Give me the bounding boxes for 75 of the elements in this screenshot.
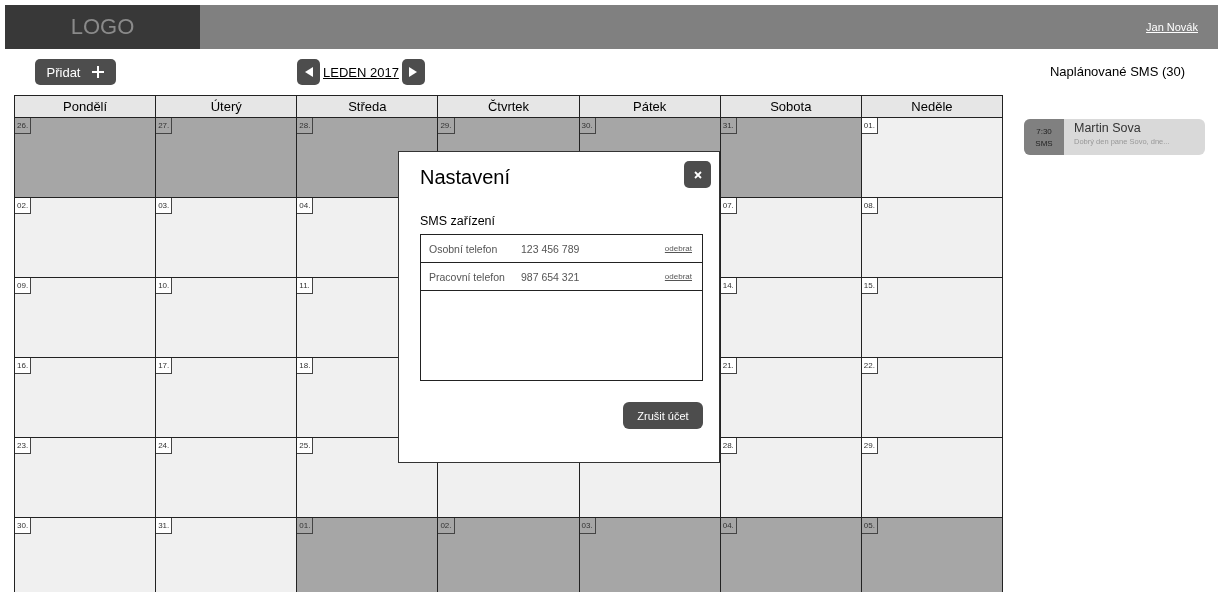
remove-link[interactable]: odebrat (664, 244, 692, 253)
message-type: SMS (1035, 138, 1053, 148)
message-time: 7:30 (1036, 126, 1052, 136)
plus-icon (92, 66, 105, 78)
day-cell[interactable]: 03. (579, 518, 721, 592)
day-number: 27. (156, 118, 173, 134)
right-arrow-icon (409, 67, 418, 77)
day-number: 25. (297, 438, 314, 454)
recipient-name: Martin Sova (1074, 121, 1142, 135)
weekday-header: Neděle (861, 95, 1003, 118)
day-cell[interactable]: 07. (720, 198, 862, 278)
day-cell[interactable]: 02. (438, 518, 580, 592)
day-cell[interactable]: 15. (861, 278, 1003, 358)
user-link[interactable]: Jan Novák (1146, 21, 1198, 33)
day-cell[interactable]: 27. (156, 118, 298, 198)
weekday-header: Úterý (156, 95, 298, 118)
day-cell[interactable]: 09. (15, 278, 157, 358)
day-cell[interactable]: 02. (15, 198, 157, 278)
day-number: 26. (15, 118, 32, 134)
close-icon (693, 170, 702, 179)
day-cell[interactable]: 21. (720, 358, 862, 438)
month-link[interactable]: LEDEN 2017 (323, 64, 399, 80)
day-cell[interactable]: 30. (15, 518, 157, 592)
day-cell[interactable]: 04. (720, 518, 862, 592)
day-cell[interactable]: 29. (861, 438, 1003, 518)
day-number: 02. (15, 198, 32, 214)
day-number: 23. (15, 438, 32, 454)
day-cell[interactable]: 26. (15, 118, 157, 198)
day-cell[interactable]: 08. (861, 198, 1003, 278)
day-number: 28. (297, 118, 314, 134)
day-number: 29. (438, 118, 455, 134)
day-number: 17. (156, 358, 173, 374)
weekday-header: Čtvrtek (438, 95, 580, 118)
day-cell[interactable]: 10. (156, 278, 298, 358)
day-number: 01. (297, 518, 314, 534)
day-number: 03. (156, 198, 173, 214)
next-month-button[interactable] (401, 59, 425, 85)
weekday-header: Středa (297, 95, 439, 118)
panel-title: Naplánované SMS (30) (1048, 63, 1187, 81)
day-cell[interactable]: 03. (156, 198, 298, 278)
close-button[interactable] (684, 161, 711, 188)
add-button[interactable]: Přidat (35, 59, 116, 85)
day-number: 16. (15, 358, 32, 374)
weekday-header: Pátek (579, 95, 721, 118)
day-cell[interactable]: 16. (15, 358, 157, 438)
weekday-header: Sobota (720, 95, 862, 118)
day-cell[interactable]: 14. (720, 278, 862, 358)
previous-month-button[interactable] (297, 59, 320, 85)
day-cell[interactable]: 28. (720, 438, 862, 518)
device-number: 123 456 789 (521, 242, 581, 255)
device-number: 987 654 321 (521, 270, 581, 283)
day-cell[interactable]: 01. (297, 518, 439, 592)
day-cell[interactable]: 25. (297, 438, 439, 518)
left-arrow-icon (304, 67, 313, 77)
day-number: 11. (297, 278, 313, 294)
day-cell[interactable]: 23. (15, 438, 157, 518)
day-number: 31. (156, 518, 173, 534)
day-cell[interactable]: 17. (156, 358, 298, 438)
day-number: 04. (297, 198, 314, 214)
day-number: 18. (297, 358, 314, 374)
weekday-header: Pondělí (15, 95, 157, 118)
day-cell[interactable]: 31. (156, 518, 298, 592)
remove-link[interactable]: odebrat (664, 272, 692, 281)
day-cell[interactable]: 24. (156, 438, 298, 518)
day-cell[interactable]: 31. (720, 118, 862, 198)
day-number: 24. (156, 438, 173, 454)
day-cell[interactable]: 05. (861, 518, 1003, 592)
day-number: 10. (156, 278, 173, 294)
day-number: 02. (438, 518, 455, 534)
cancel-account-button[interactable]: Zrušit účet (623, 402, 703, 429)
logo: LOGO (5, 5, 200, 49)
day-cell[interactable]: 01. (861, 118, 1003, 198)
day-cell[interactable]: 22. (861, 358, 1003, 438)
day-number: 30. (15, 518, 32, 534)
day-number: 09. (15, 278, 32, 294)
